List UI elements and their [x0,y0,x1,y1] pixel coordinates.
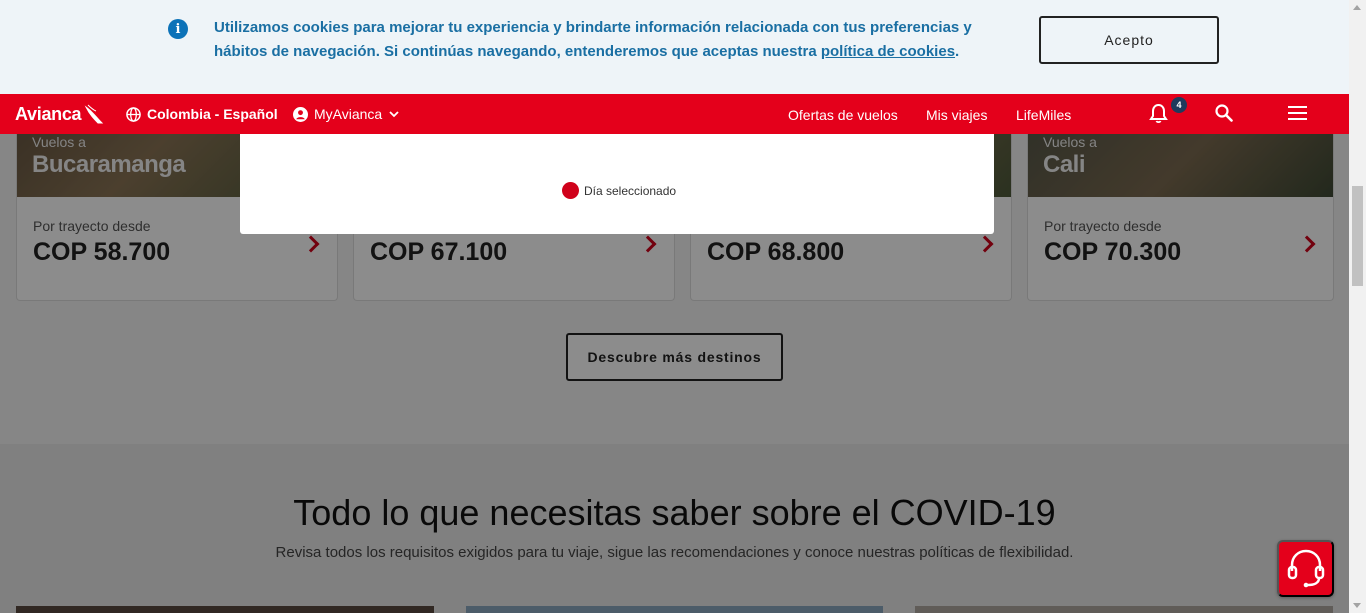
calendar-modal: Día seleccionado [240,134,994,234]
vertical-scrollbar[interactable] [1349,0,1366,613]
nav-link-trips[interactable]: Mis viajes [926,107,987,123]
hamburger-menu-icon[interactable] [1288,106,1307,120]
scroll-up-icon[interactable] [1353,5,1361,10]
nav-link-offers[interactable]: Ofertas de vuelos [788,107,898,123]
cookie-banner: i Utilizamos cookies para mejorar tu exp… [0,0,1349,94]
region-label: Colombia - Español [147,106,278,122]
legend-label: Día seleccionado [584,183,677,198]
region-selector[interactable]: Colombia - Español [126,106,278,122]
selected-day-dot [562,182,579,199]
help-chat-button[interactable] [1277,540,1334,597]
myavianca-menu[interactable]: MyAvianca [293,106,400,122]
user-icon [293,106,308,122]
avianca-logo[interactable]: Avianca [15,103,104,125]
calendar-legend: Día seleccionado [562,182,676,199]
myavianca-label: MyAvianca [314,106,383,122]
headset-icon [1284,545,1328,592]
scroll-down-icon[interactable] [1353,603,1361,608]
cookie-policy-link[interactable]: política de cookies [821,43,955,60]
scrollbar-thumb[interactable] [1352,186,1363,286]
chevron-down-icon [388,110,400,118]
bell-icon[interactable] [1149,103,1168,124]
notification-badge: 4 [1171,97,1187,113]
logo-text: Avianca [15,103,82,124]
top-navbar: Avianca Colombia - Español MyAvianca Ofe… [0,94,1349,134]
search-icon[interactable] [1215,104,1233,122]
globe-icon [126,106,141,122]
info-icon: i [168,19,188,39]
bird-logo-icon [84,104,104,124]
accept-cookies-button[interactable]: Acepto [1039,16,1219,64]
cookie-message: Utilizamos cookies para mejorar tu exper… [214,16,1014,64]
cookie-text-end: . [955,43,960,60]
nav-link-lifemiles[interactable]: LifeMiles [1016,107,1071,123]
